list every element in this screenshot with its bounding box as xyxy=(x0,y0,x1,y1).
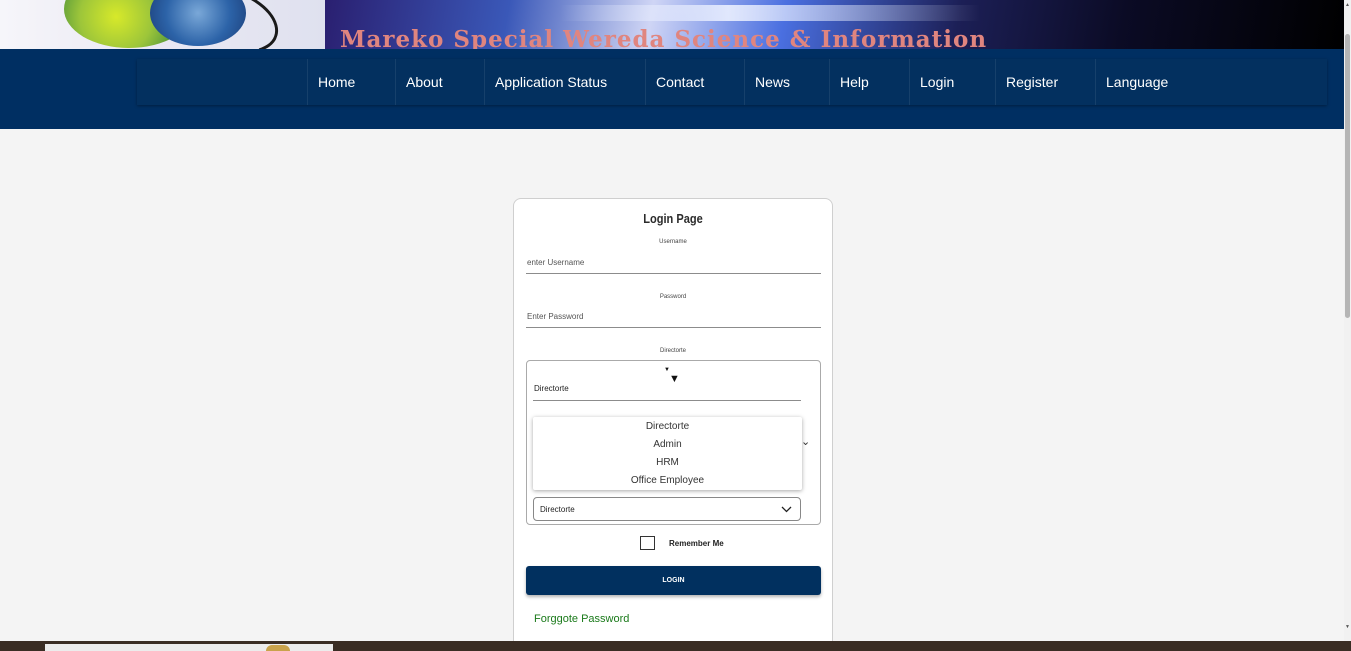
login-page-title: Login Page xyxy=(643,211,703,226)
remember-me-checkbox[interactable] xyxy=(640,536,655,550)
remember-me-label: Remember Me xyxy=(669,538,724,548)
scroll-down-icon[interactable]: ▼ xyxy=(1344,624,1351,632)
nav-item-register[interactable]: Register xyxy=(995,59,1058,105)
site-banner: Mareko Special Wereda Science & Informat… xyxy=(0,0,1344,49)
scroll-up-icon[interactable]: ▲ xyxy=(1344,2,1351,10)
nav-item-application-status[interactable]: Application Status xyxy=(484,59,607,105)
option-hrm[interactable]: HRM xyxy=(533,454,802,472)
scroll-thumb[interactable] xyxy=(1345,34,1350,318)
forgot-password-link[interactable]: Forggote Password xyxy=(534,613,629,625)
logo-area xyxy=(0,0,325,49)
directorate-select-value: Directorte xyxy=(540,504,575,514)
login-card: Login Page Username Password Directorte … xyxy=(513,198,833,651)
bottom-icon xyxy=(266,645,290,651)
directorate-options-list: Directorte Admin HRM Office Employee xyxy=(533,417,802,490)
username-input[interactable] xyxy=(526,252,821,274)
nav-item-home[interactable]: Home xyxy=(307,59,355,105)
password-input[interactable] xyxy=(526,306,821,328)
directorate-field[interactable]: Directorte xyxy=(533,381,801,401)
main-navbar: Home About Application Status Contact Ne… xyxy=(0,49,1344,129)
nav-item-login[interactable]: Login xyxy=(909,59,954,105)
password-label: Password xyxy=(659,294,687,300)
chevron-down-icon xyxy=(781,506,792,512)
nav-item-language[interactable]: Language xyxy=(1095,59,1168,105)
login-button[interactable]: LOGIN xyxy=(526,566,821,595)
directorate-group: ▼ ▼ Directorte ⌄ Directorte Admin HRM Of… xyxy=(526,360,821,525)
option-admin[interactable]: Admin xyxy=(533,436,802,454)
option-directorte[interactable]: Directorte xyxy=(533,418,802,436)
directorate-label: Directorte xyxy=(659,348,686,354)
nav-item-about[interactable]: About xyxy=(395,59,443,105)
nav-item-contact[interactable]: Contact xyxy=(645,59,704,105)
banner-title: Mareko Special Wereda Science & Informat… xyxy=(340,26,988,50)
username-label: Username xyxy=(659,239,687,245)
page-scrollbar[interactable]: ▲ ▼ xyxy=(1344,0,1351,641)
option-office-employee[interactable]: Office Employee xyxy=(533,472,802,490)
chevron-down-icon[interactable]: ⌄ xyxy=(801,435,810,448)
remember-me-row: Remember Me xyxy=(640,536,724,550)
banner-glow xyxy=(560,5,980,21)
nav-menu: Home About Application Status Contact Ne… xyxy=(137,59,1327,105)
directorate-select[interactable]: Directorte xyxy=(533,497,801,521)
nav-item-help[interactable]: Help xyxy=(829,59,869,105)
nav-item-news[interactable]: News xyxy=(744,59,790,105)
